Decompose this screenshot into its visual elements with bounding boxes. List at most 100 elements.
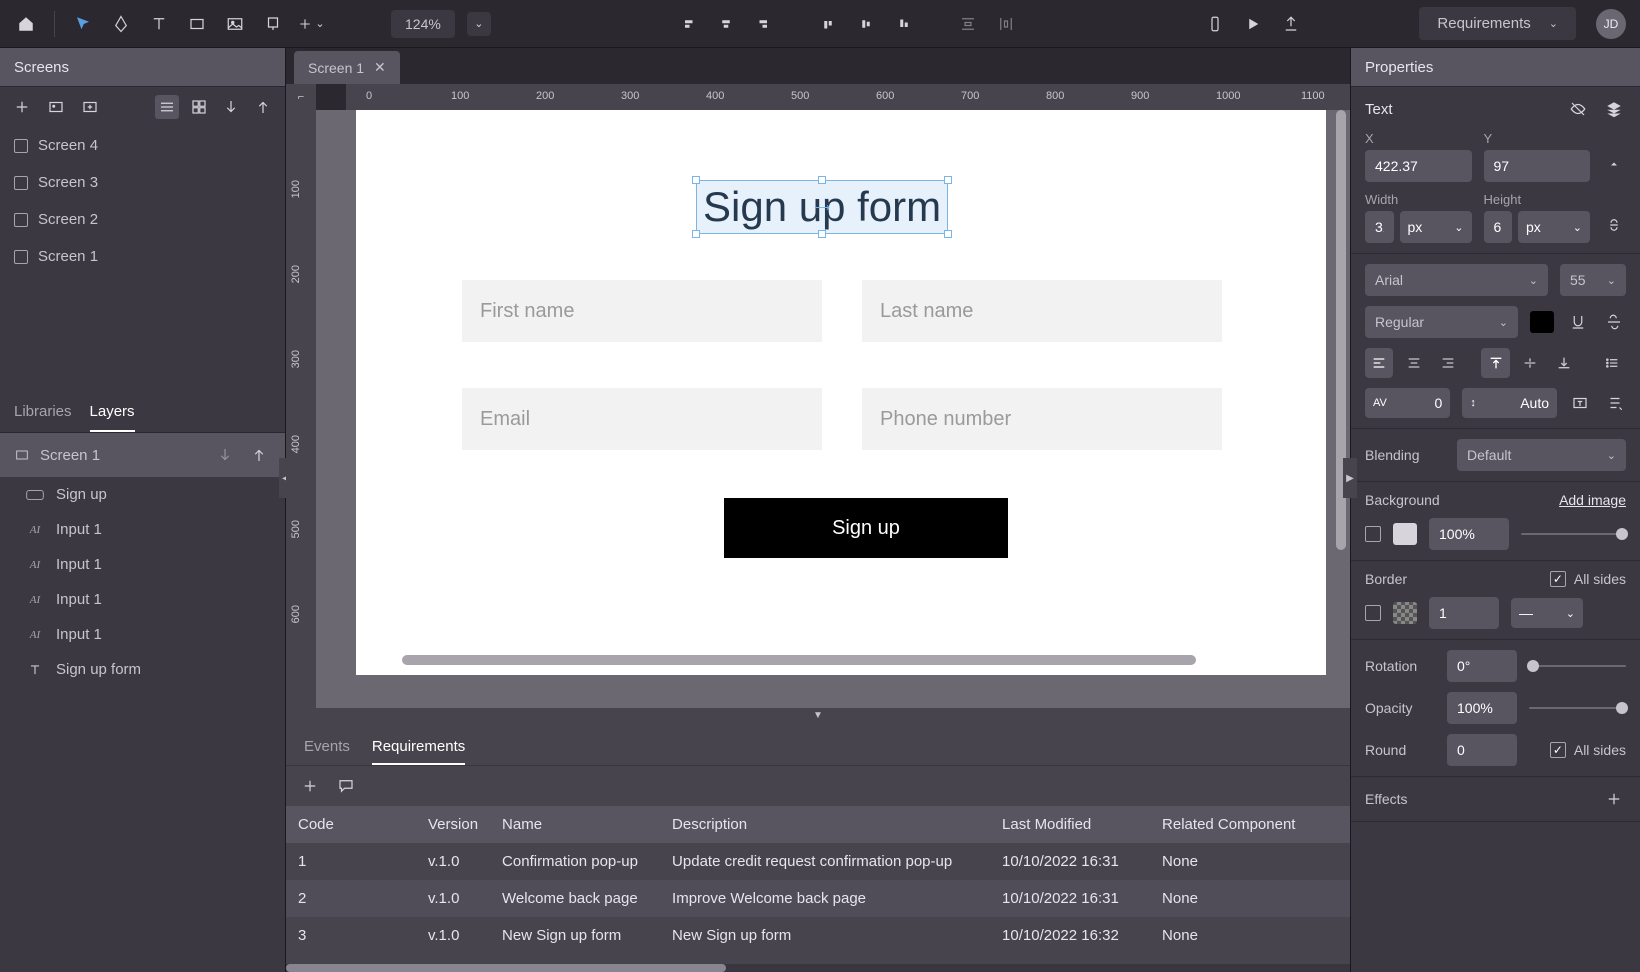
border-enabled-checkbox[interactable] <box>1365 605 1381 621</box>
layer-item[interactable]: AIInput 1 <box>0 617 285 652</box>
align-bottom-icon[interactable] <box>892 12 916 36</box>
play-icon[interactable] <box>1241 12 1265 36</box>
resize-handle[interactable] <box>944 176 952 184</box>
screens-panel-header[interactable]: Screens <box>0 48 285 87</box>
ruler-origin[interactable]: ⌐ <box>286 84 316 110</box>
artboard[interactable]: Sign up form ⟶ First name Last name Emai… <box>356 110 1326 675</box>
image-tool-icon[interactable] <box>223 12 247 36</box>
align-middle-v-icon[interactable] <box>854 12 878 36</box>
selected-text-element[interactable]: Sign up form ⟶ <box>696 180 948 234</box>
valign-top-icon[interactable] <box>1481 348 1509 378</box>
image-icon[interactable] <box>44 95 68 119</box>
lastname-input[interactable]: Last name <box>862 280 1222 342</box>
border-style-select[interactable]: —⌄ <box>1511 598 1583 628</box>
align-left-icon[interactable] <box>676 12 700 36</box>
layer-item[interactable]: AIInput 1 <box>0 512 285 547</box>
add-screen-icon[interactable] <box>10 95 34 119</box>
bg-opacity-input[interactable] <box>1429 518 1509 550</box>
resize-handle[interactable] <box>818 230 826 238</box>
firstname-input[interactable]: First name <box>462 280 822 342</box>
text-align-left-icon[interactable] <box>1365 348 1393 378</box>
close-tab-icon[interactable]: ✕ <box>374 59 386 76</box>
bg-opacity-slider[interactable] <box>1521 533 1626 535</box>
height-input[interactable] <box>1484 211 1513 243</box>
tab-layers[interactable]: Layers <box>90 393 135 432</box>
border-width-input[interactable] <box>1429 597 1499 629</box>
col-rel[interactable]: Related Component <box>1150 806 1350 843</box>
col-desc[interactable]: Description <box>660 806 990 843</box>
text-color-swatch[interactable] <box>1530 311 1554 333</box>
col-mod[interactable]: Last Modified <box>990 806 1150 843</box>
signup-button[interactable]: Sign up <box>724 498 1008 558</box>
canvas-scrollbar-h[interactable] <box>402 655 1196 665</box>
screen-item[interactable]: Screen 3 <box>0 164 285 201</box>
bg-enabled-checkbox[interactable] <box>1365 526 1381 542</box>
rotation-input[interactable] <box>1447 650 1517 682</box>
pin-icon[interactable] <box>1602 152 1626 176</box>
opacity-slider[interactable] <box>1529 707 1626 709</box>
letter-spacing-input[interactable]: AV0 <box>1365 388 1450 418</box>
screen-item[interactable]: Screen 4 <box>0 127 285 164</box>
col-version[interactable]: Version <box>416 806 490 843</box>
layer-sort-up-icon[interactable] <box>247 443 271 467</box>
zoom-level[interactable]: 124% <box>391 10 455 38</box>
table-row[interactable]: 1v.1.0Confirmation pop-upUpdate credit r… <box>286 843 1350 880</box>
ruler-horizontal[interactable]: 0 100 200 300 400 500 600 700 800 900 10… <box>346 84 1350 110</box>
blending-select[interactable]: Default⌄ <box>1457 439 1626 471</box>
screen-item[interactable]: Screen 1 <box>0 238 285 275</box>
layer-item[interactable]: AIInput 1 <box>0 547 285 582</box>
text-align-center-icon[interactable] <box>1399 348 1427 378</box>
list-view-icon[interactable] <box>155 95 179 119</box>
mode-dropdown[interactable]: Requirements ⌄ <box>1419 7 1576 40</box>
pointer-tool-icon[interactable] <box>71 12 95 36</box>
home-icon[interactable] <box>14 12 38 36</box>
underline-icon[interactable] <box>1566 310 1590 334</box>
round-input[interactable] <box>1447 734 1517 766</box>
table-row[interactable]: 3v.1.0New Sign up formNew Sign up form10… <box>286 917 1350 954</box>
align-center-h-icon[interactable] <box>714 12 738 36</box>
ruler-vertical[interactable]: 100 200 300 400 500 600 <box>286 110 316 708</box>
opacity-input[interactable] <box>1447 692 1517 724</box>
width-input[interactable] <box>1365 211 1394 243</box>
distribute-v-icon[interactable] <box>956 12 980 36</box>
valign-middle-icon[interactable] <box>1516 348 1544 378</box>
col-name[interactable]: Name <box>490 806 660 843</box>
strikethrough-icon[interactable] <box>1602 310 1626 334</box>
layers-root[interactable]: Screen 1 <box>0 433 285 477</box>
comment-icon[interactable] <box>334 774 358 798</box>
valign-bottom-icon[interactable] <box>1550 348 1578 378</box>
user-avatar[interactable]: JD <box>1596 9 1626 39</box>
collapse-bottom-icon[interactable]: ▼ <box>286 708 1350 722</box>
layers-icon[interactable] <box>1602 97 1626 121</box>
collapse-right-icon[interactable]: ▶ <box>1343 458 1357 498</box>
visibility-off-icon[interactable] <box>1566 97 1590 121</box>
hotspot-tool-icon[interactable] <box>261 12 285 36</box>
border-allsides-checkbox[interactable] <box>1550 571 1566 587</box>
layer-item[interactable]: AIInput 1 <box>0 582 285 617</box>
rectangle-tool-icon[interactable] <box>185 12 209 36</box>
email-input[interactable]: Email <box>462 388 822 450</box>
zoom-dropdown-icon[interactable]: ⌄ <box>467 12 491 36</box>
resize-handle[interactable] <box>692 176 700 184</box>
pen-tool-icon[interactable] <box>109 12 133 36</box>
font-weight-select[interactable]: Regular⌄ <box>1365 306 1518 338</box>
add-image-link[interactable]: Add image <box>1559 492 1626 508</box>
requirements-scrollbar[interactable] <box>286 964 1350 972</box>
border-color-swatch[interactable] <box>1393 602 1417 624</box>
sort-down-icon[interactable] <box>219 95 243 119</box>
text-box-icon[interactable] <box>1569 391 1591 415</box>
canvas[interactable]: Sign up form ⟶ First name Last name Emai… <box>316 110 1350 708</box>
align-top-icon[interactable] <box>816 12 840 36</box>
rotation-slider[interactable] <box>1529 665 1626 667</box>
align-right-icon[interactable] <box>752 12 776 36</box>
layer-item[interactable]: Sign up form <box>0 652 285 687</box>
layer-sort-down-icon[interactable] <box>213 443 237 467</box>
y-input[interactable] <box>1484 150 1591 182</box>
folder-add-icon[interactable] <box>78 95 102 119</box>
add-effect-icon[interactable] <box>1602 787 1626 811</box>
line-height-input[interactable]: ↕Auto <box>1462 388 1557 418</box>
bullet-list-icon[interactable] <box>1598 348 1626 378</box>
height-unit-select[interactable]: px⌄ <box>1518 211 1590 243</box>
col-code[interactable]: Code <box>286 806 416 843</box>
grid-view-icon[interactable] <box>187 95 211 119</box>
